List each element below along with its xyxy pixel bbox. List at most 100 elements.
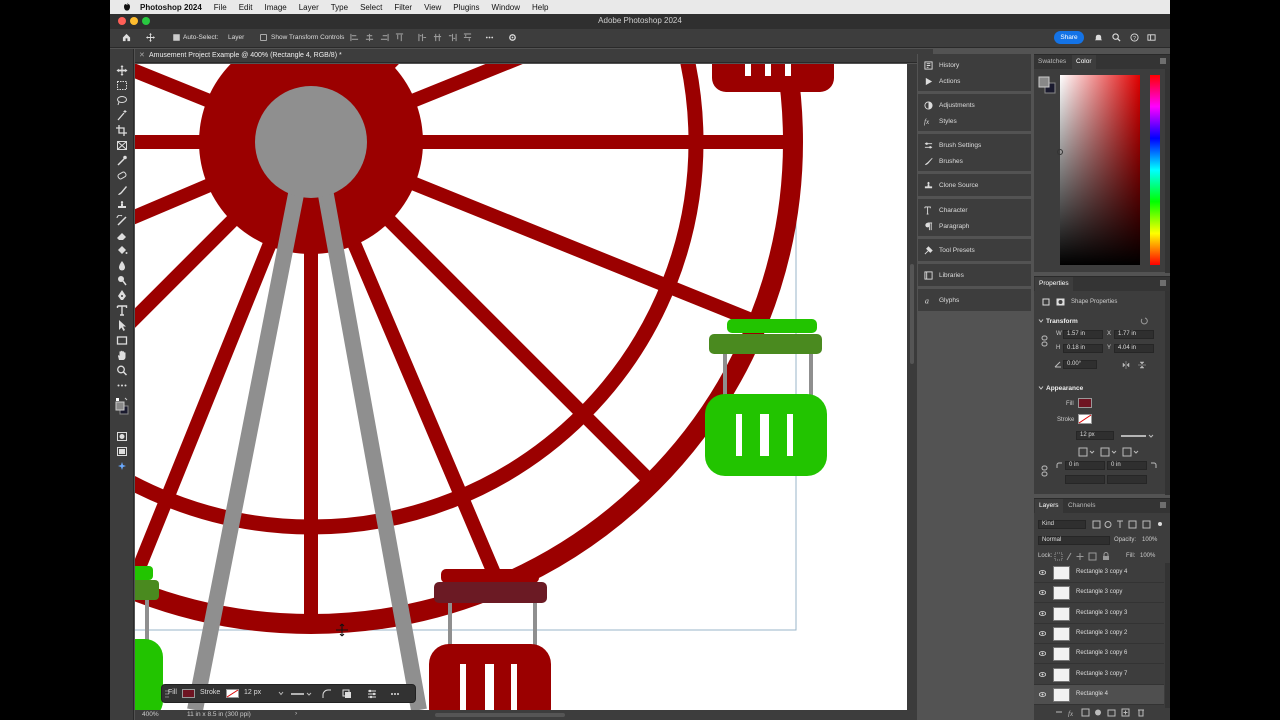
panel-menu-icon[interactable] <box>1160 502 1166 508</box>
stroke-style-dropdown[interactable] <box>1120 432 1154 440</box>
auto-select-checkbox[interactable] <box>173 34 180 41</box>
eye-visibility-icon[interactable] <box>1039 691 1046 697</box>
corner-br-field[interactable] <box>1107 475 1147 484</box>
home-icon[interactable] <box>122 33 131 42</box>
ctx-stroke-swatch[interactable] <box>226 689 239 698</box>
panel-paragraph[interactable]: Paragraph <box>918 219 1031 234</box>
auto-select-dropdown[interactable]: Layer <box>228 34 244 41</box>
layer-filter-kind[interactable]: Kind <box>1038 520 1086 529</box>
menu-type[interactable]: Type <box>331 3 348 12</box>
hue-slider[interactable] <box>1150 75 1160 265</box>
panel-styles[interactable]: fx Styles <box>918 114 1031 129</box>
frame-icon[interactable] <box>116 140 128 151</box>
eye-visibility-icon[interactable] <box>1039 671 1046 677</box>
fg-bg-swatch-icon[interactable] <box>1038 76 1056 94</box>
eye-visibility-icon[interactable] <box>1039 651 1046 657</box>
eye-visibility-icon[interactable] <box>1039 610 1046 616</box>
stroke-type-icon[interactable] <box>290 690 312 698</box>
workspace-icon[interactable] <box>1147 33 1156 42</box>
document-info[interactable]: 11 in x 8.5 in (300 ppi) <box>187 711 251 718</box>
brush-icon[interactable] <box>116 185 128 196</box>
align-center-icon[interactable] <box>365 33 374 42</box>
magic-wand-icon[interactable] <box>116 110 128 121</box>
canvas-vertical-scrollbar[interactable] <box>907 64 917 710</box>
stroke-align-options-icon[interactable] <box>1078 447 1148 457</box>
selected-rectangle-4[interactable] <box>434 582 547 603</box>
path-operations-icon[interactable] <box>342 689 352 699</box>
eye-visibility-icon[interactable] <box>1039 630 1046 636</box>
layer-filter-icons[interactable] <box>1092 520 1164 529</box>
align-left-icon[interactable] <box>350 33 359 42</box>
fill-value[interactable]: 100% <box>1140 553 1155 559</box>
healing-brush-icon[interactable] <box>116 170 128 181</box>
panel-character[interactable]: Character <box>918 203 1031 218</box>
layer-name[interactable]: Rectangle 3 copy <box>1076 589 1122 595</box>
chevron-down-icon[interactable] <box>1038 318 1044 324</box>
more-icon[interactable] <box>390 689 400 699</box>
type-icon[interactable] <box>116 305 128 316</box>
corner-tr-field[interactable]: 0 in <box>1107 461 1147 470</box>
tab-properties[interactable]: Properties <box>1035 277 1073 291</box>
stroke-width-field[interactable]: 12 px <box>1076 431 1114 440</box>
ferris-wheel-artwork[interactable] <box>135 64 907 710</box>
settings-gear-icon[interactable] <box>508 33 517 42</box>
panel-clone-source[interactable]: Clone Source <box>918 178 1031 193</box>
layer-row[interactable]: Rectangle 3 copy 6 <box>1034 644 1164 665</box>
layer-row[interactable]: Rectangle 3 copy <box>1034 583 1164 604</box>
panel-libraries[interactable]: Libraries <box>918 268 1031 283</box>
panel-menu-icon[interactable] <box>1160 58 1166 64</box>
align-top-icon[interactable] <box>395 33 404 42</box>
width-field[interactable]: 1.57 in <box>1063 330 1103 339</box>
flip-vertical-icon[interactable] <box>1138 361 1146 369</box>
menu-plugins[interactable]: Plugins <box>453 3 479 12</box>
layer-name[interactable]: Rectangle 4 <box>1076 691 1108 697</box>
layer-name[interactable]: Rectangle 3 copy 4 <box>1076 569 1127 575</box>
zoom-icon[interactable] <box>116 365 128 376</box>
more-options-icon[interactable] <box>485 33 494 42</box>
color-panel-scrollbar[interactable] <box>1165 69 1170 273</box>
foreground-background-color-icon[interactable] <box>115 397 129 419</box>
menu-file[interactable]: File <box>214 3 227 12</box>
menu-image[interactable]: Image <box>264 3 286 12</box>
distribute-left-icon[interactable] <box>418 33 427 42</box>
share-button[interactable]: Share <box>1054 31 1084 44</box>
ctx-fill-swatch[interactable] <box>182 689 195 698</box>
lasso-icon[interactable] <box>116 95 128 106</box>
panel-brush-settings[interactable]: Brush Settings <box>918 138 1031 153</box>
app-menu[interactable]: Photoshop 2024 <box>140 3 202 12</box>
layers-scrollbar[interactable] <box>1165 563 1170 708</box>
dodge-icon[interactable] <box>116 275 128 286</box>
eyedropper-icon[interactable] <box>116 155 128 166</box>
hand-icon[interactable] <box>116 350 128 361</box>
crop-icon[interactable] <box>116 125 128 136</box>
chevron-down-icon[interactable] <box>1038 385 1044 391</box>
panel-menu-icon[interactable] <box>1160 280 1166 286</box>
menu-window[interactable]: Window <box>492 3 520 12</box>
layer-row[interactable]: Rectangle 3 copy 3 <box>1034 604 1164 624</box>
corner-tl-field[interactable]: 0 in <box>1065 461 1105 470</box>
panel-brushes[interactable]: Brushes <box>918 154 1031 169</box>
scroll-thumb[interactable] <box>910 264 914 364</box>
generative-icon[interactable] <box>116 461 128 472</box>
pen-icon[interactable] <box>116 290 128 301</box>
panel-history[interactable]: History <box>918 58 1031 73</box>
y-position-field[interactable]: 4.04 in <box>1114 344 1154 353</box>
distribute-right-icon[interactable] <box>448 33 457 42</box>
eye-visibility-icon[interactable] <box>1039 570 1046 575</box>
color-saturation-field[interactable] <box>1057 75 1140 265</box>
panel-tool-presets[interactable]: Tool Presets <box>918 243 1031 258</box>
color-picker-handle[interactable] <box>1057 149 1063 155</box>
tab-color[interactable]: Color <box>1072 55 1096 69</box>
menu-layer[interactable]: Layer <box>299 3 319 12</box>
quick-mask-icon[interactable] <box>116 431 128 442</box>
layer-name[interactable]: Rectangle 3 copy 3 <box>1076 610 1127 616</box>
tab-swatches[interactable]: Swatches <box>1038 58 1066 65</box>
document-tab[interactable]: ✕ Amusement Project Example @ 400% (Rect… <box>135 49 933 63</box>
ctx-stroke-width[interactable]: 12 px <box>244 689 261 696</box>
zoom-level[interactable]: 400% <box>142 711 159 718</box>
menu-select[interactable]: Select <box>360 3 382 12</box>
distribute-center-icon[interactable] <box>433 33 442 42</box>
close-tab-icon[interactable]: ✕ <box>139 51 145 59</box>
screen-mode-icon[interactable] <box>116 446 128 457</box>
status-expand-icon[interactable]: › <box>295 710 297 717</box>
